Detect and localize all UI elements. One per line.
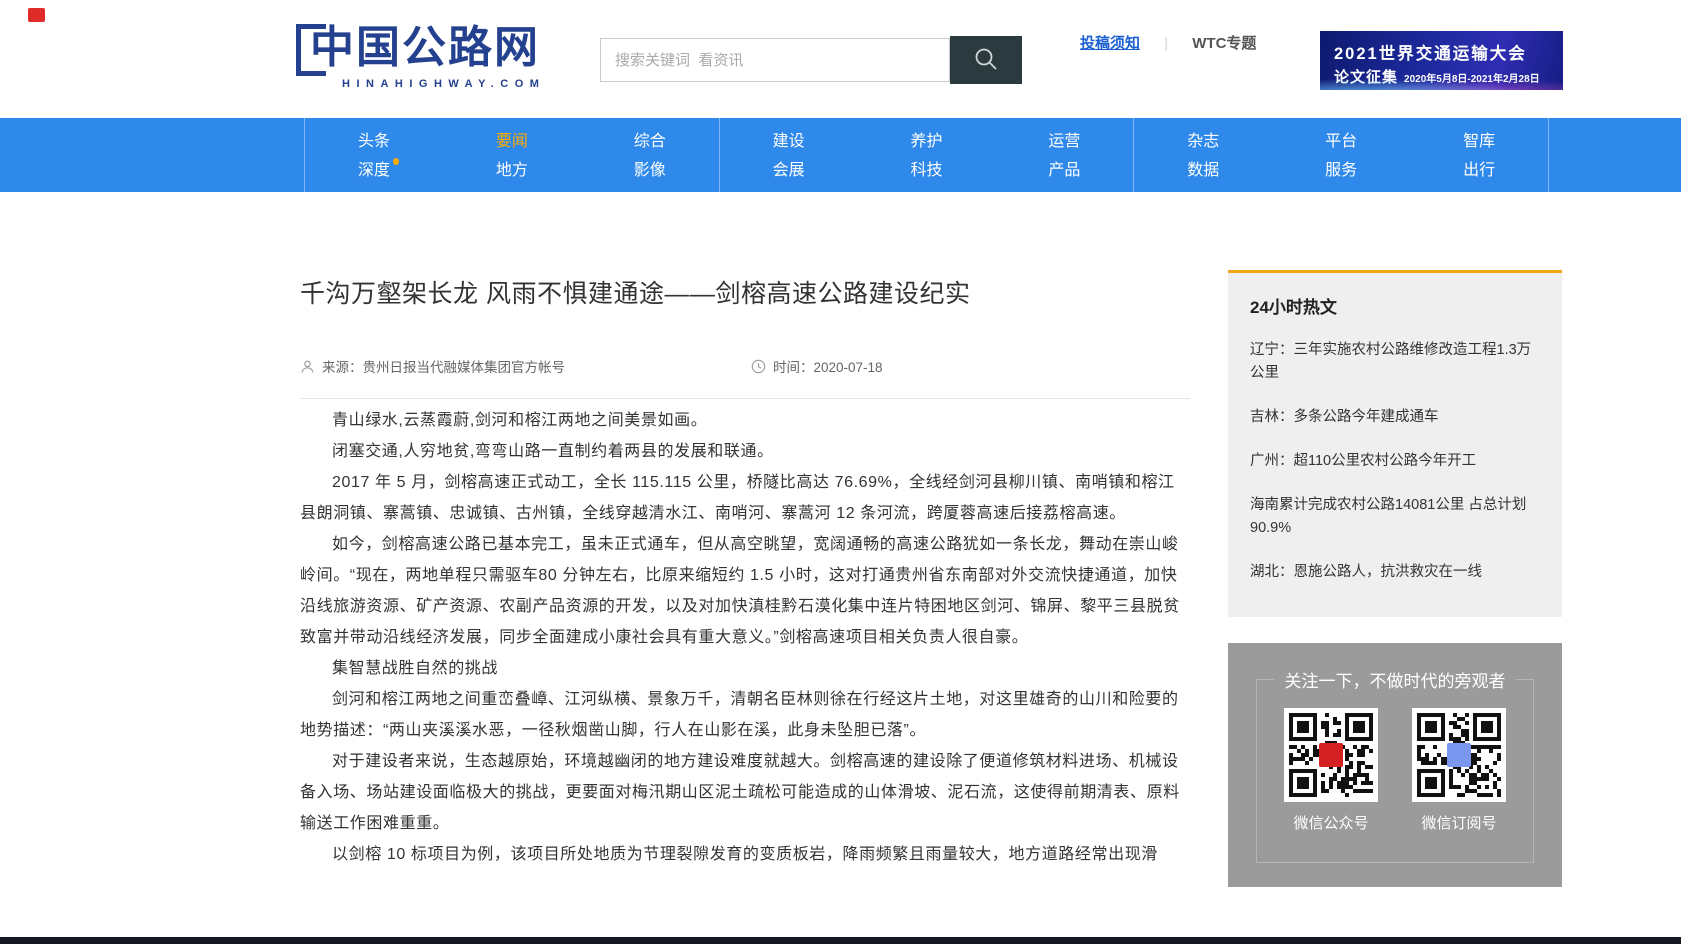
follow-title: 关注一下，不做时代的旁观者 (1275, 667, 1516, 692)
clock-icon (751, 359, 766, 374)
nav-item-headlines[interactable]: 头条 (358, 131, 390, 153)
nav-column: 杂志数据 (1134, 118, 1272, 192)
main-nav: 头条深度要闻地方综合影像建设会展养护科技运营产品杂志数据平台服务智库出行 (0, 118, 1681, 192)
nav-column: 要闻地方 (443, 118, 581, 192)
header-links: 投稿须知 | WTC专题 (1080, 32, 1256, 53)
red-indicator-icon (28, 8, 45, 22)
qr-code-icon (1289, 713, 1373, 797)
nav-item-exhibition[interactable]: 会展 (773, 160, 805, 182)
logo-title: 中国公路网 (310, 23, 540, 72)
nav-item-travel[interactable]: 出行 (1463, 160, 1495, 182)
nav-column: 头条深度 (305, 118, 443, 192)
article: 千沟万壑架长龙 风雨不惧建通途——剑榕高速公路建设纪实 来源：贵州日报当代融媒体… (300, 192, 1190, 870)
nav-item-platform[interactable]: 平台 (1325, 131, 1357, 153)
wechat-follow-panel: 关注一下，不做时代的旁观者 微信公众号 微信订阅号 (1228, 643, 1562, 887)
qr-label: 微信公众号 (1284, 812, 1378, 833)
site-header: 中国公路网 HINAHIGHWAY.COM 投稿须知 | WTC专题 2021世… (0, 0, 1681, 118)
article-time-wrap: 时间：2020-07-18 (751, 356, 883, 376)
hot-article-link-3[interactable]: 广州：超110公里农村公路今年开工 (1250, 450, 1540, 473)
search-input[interactable] (600, 38, 950, 82)
hot-articles-title: 24小时热文 (1250, 293, 1540, 318)
article-paragraph-6: 剑河和榕江两地之间重峦叠嶂、江河纵横、景象万千，清朝名臣林则徐在行经这片土地，对… (300, 684, 1190, 746)
user-icon (300, 359, 315, 374)
logo-wordmark: 中国公路网 (296, 22, 545, 74)
nav-column: 建设会展 (720, 118, 858, 192)
search-icon (973, 46, 999, 72)
qr-box (1284, 708, 1378, 802)
hot-article-link-4[interactable]: 海南累计完成农村公路14081公里 占总计划90.9% (1250, 494, 1540, 540)
qr-item-1: 微信公众号 (1284, 708, 1378, 833)
article-paragraph-5: 集智慧战胜自然的挑战 (300, 653, 1190, 684)
article-meta: 来源：贵州日报当代融媒体集团官方帐号 时间：2020-07-18 (300, 356, 1190, 376)
hot-articles-panel: 24小时热文 辽宁：三年实施农村公路维修改造工程1.3万公里吉林：多条公路今年建… (1228, 270, 1562, 617)
follow-frame: 关注一下，不做时代的旁观者 微信公众号微信订阅号 (1256, 679, 1534, 863)
hot-articles-list: 辽宁：三年实施农村公路维修改造工程1.3万公里吉林：多条公路今年建成通车广州：超… (1250, 339, 1540, 584)
link-wtc-special[interactable]: WTC专题 (1192, 35, 1256, 52)
article-source: 来源：贵州日报当代融媒体集团官方帐号 (322, 356, 565, 376)
qr-label: 微信订阅号 (1412, 812, 1506, 833)
nav-item-construction[interactable]: 建设 (773, 131, 805, 153)
article-paragraph-3: 2017 年 5 月，剑榕高速正式动工，全长 115.115 公里，桥隧比高达 … (300, 467, 1190, 529)
site-logo[interactable]: 中国公路网 HINAHIGHWAY.COM (296, 22, 545, 90)
nav-item-maintenance[interactable]: 养护 (911, 131, 943, 153)
hot-article-link-1[interactable]: 辽宁：三年实施农村公路维修改造工程1.3万公里 (1250, 339, 1540, 385)
nav-item-local[interactable]: 地方 (496, 160, 528, 182)
nav-item-images[interactable]: 影像 (634, 160, 666, 182)
article-paragraph-4: 如今，剑榕高速公路已基本完工，虽未正式通车，但从高空眺望，宽阔通畅的高速公路犹如… (300, 529, 1190, 653)
article-time: 时间：2020-07-18 (773, 356, 883, 376)
nav-item-depth[interactable]: 深度 (358, 160, 390, 182)
nav-item-services[interactable]: 服务 (1325, 160, 1357, 182)
banner-line1: 2021世界交通运输大会 (1334, 40, 1563, 64)
links-divider: | (1164, 35, 1168, 52)
hot-article-link-5[interactable]: 湖北：恩施公路人，抗洪救灾在一线 (1250, 561, 1540, 584)
article-body: 青山绿水,云蒸霞蔚,剑河和榕江两地之间美景如画。闭塞交通,人穷地贫,弯弯山路一直… (300, 405, 1190, 870)
qr-row: 微信公众号 微信订阅号 (1257, 708, 1533, 833)
wtc-ad-banner[interactable]: 2021世界交通运输大会 论文征集 2020年5月8日-2021年2月28日 (1320, 31, 1563, 90)
article-paragraph-8: 以剑榕 10 标项目为例，该项目所处地质为节理裂隙发育的变质板岩，降雨频繁且雨量… (300, 839, 1190, 870)
hot-article-link-2[interactable]: 吉林：多条公路今年建成通车 (1250, 406, 1540, 429)
banner-line2: 论文征集 2020年5月8日-2021年2月28日 (1334, 66, 1563, 87)
nav-column: 智库出行 (1410, 118, 1548, 192)
nav-item-key-news[interactable]: 要闻 (496, 131, 528, 153)
article-paragraph-1: 青山绿水,云蒸霞蔚,剑河和榕江两地之间美景如画。 (300, 405, 1190, 436)
qr-center-logo (1319, 743, 1343, 767)
banner-call-for-papers: 论文征集 (1334, 69, 1398, 86)
nav-item-comprehensive[interactable]: 综合 (634, 131, 666, 153)
nav-column: 养护科技 (858, 118, 996, 192)
link-submission-notice[interactable]: 投稿须知 (1080, 35, 1140, 52)
article-paragraph-2: 闭塞交通,人穷地贫,弯弯山路一直制约着两县的发展和联通。 (300, 436, 1190, 467)
nav-group-2: 建设会展养护科技运营产品 (719, 118, 1134, 192)
qr-item-2: 微信订阅号 (1412, 708, 1506, 833)
nav-item-technology[interactable]: 科技 (911, 160, 943, 182)
nav-column: 综合影像 (581, 118, 719, 192)
footer-strip (0, 937, 1681, 944)
nav-item-operation[interactable]: 运营 (1048, 131, 1080, 153)
new-badge-dot-icon (393, 158, 399, 165)
nav-item-data[interactable]: 数据 (1187, 160, 1219, 182)
nav-group-1: 头条深度要闻地方综合影像 (304, 118, 719, 192)
nav-item-magazine[interactable]: 杂志 (1187, 131, 1219, 153)
nav-item-products[interactable]: 产品 (1048, 160, 1080, 182)
search-button[interactable] (950, 36, 1022, 84)
qr-box (1412, 708, 1506, 802)
qr-center-logo (1447, 743, 1471, 767)
nav-item-thinktank[interactable]: 智库 (1463, 131, 1495, 153)
logo-domain-text: HINAHIGHWAY.COM (342, 78, 545, 90)
article-title: 千沟万壑架长龙 风雨不惧建通途——剑榕高速公路建设纪实 (300, 274, 1190, 310)
qr-code-icon (1417, 713, 1501, 797)
search-bar (600, 36, 1022, 84)
meta-divider (300, 398, 1190, 399)
logo-bracket-icon (296, 24, 326, 76)
banner-dates: 2020年5月8日-2021年2月28日 (1404, 74, 1540, 85)
nav-column: 运营产品 (995, 118, 1133, 192)
nav-column: 平台服务 (1272, 118, 1410, 192)
article-paragraph-7: 对于建设者来说，生态越原始，环境越幽闭的地方建设难度就越大。剑榕高速的建设除了便… (300, 746, 1190, 839)
nav-group-3: 杂志数据平台服务智库出行 (1133, 118, 1549, 192)
